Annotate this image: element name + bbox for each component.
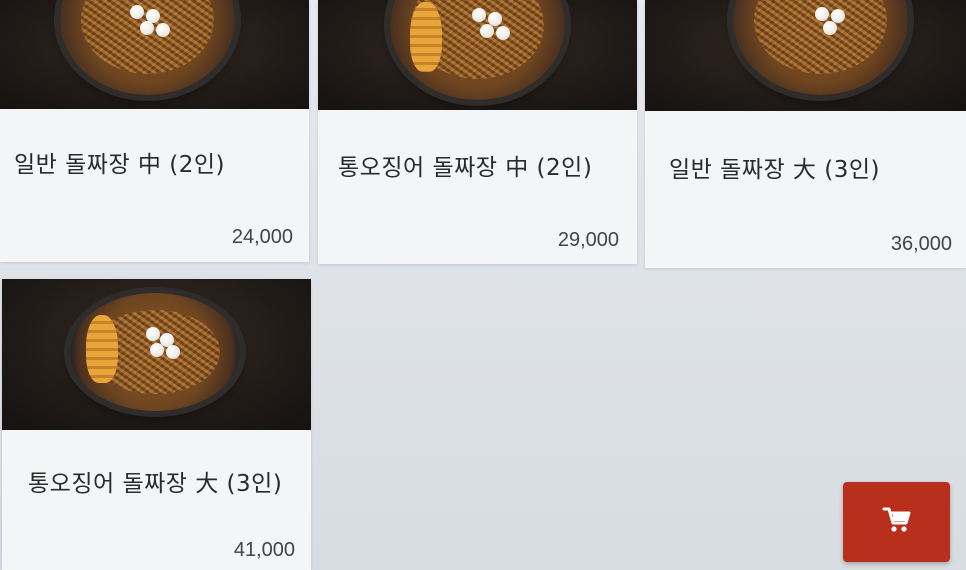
menu-item-name: 일반 돌짜장 中 (2인) — [14, 152, 225, 178]
menu-item-card[interactable]: 일반 돌짜장 中 (2인) 24,000 — [0, 0, 309, 262]
menu-item-photo — [2, 279, 311, 430]
menu-item-name: 일반 돌짜장 大 (3인) — [669, 157, 880, 183]
menu-item-name: 통오징어 돌짜장 中 (2인) — [338, 155, 593, 181]
menu-item-price: 24,000 — [231, 226, 293, 248]
menu-item-photo — [0, 0, 309, 109]
menu-item-price: 29,000 — [557, 229, 619, 251]
menu-item-card[interactable]: 통오징어 돌짜장 大 (3인) 41,000 — [2, 279, 311, 570]
cart-button[interactable] — [843, 482, 950, 562]
menu-item-name: 통오징어 돌짜장 大 (3인) — [28, 471, 283, 497]
shopping-cart-icon — [882, 506, 912, 538]
menu-item-price: 36,000 — [890, 233, 952, 255]
menu-item-card[interactable]: 일반 돌짜장 大 (3인) 36,000 — [645, 0, 966, 268]
menu-item-photo — [318, 0, 637, 110]
menu-item-card[interactable]: 통오징어 돌짜장 中 (2인) 29,000 — [318, 0, 637, 264]
menu-item-photo — [645, 0, 966, 111]
menu-item-price: 41,000 — [233, 539, 295, 561]
